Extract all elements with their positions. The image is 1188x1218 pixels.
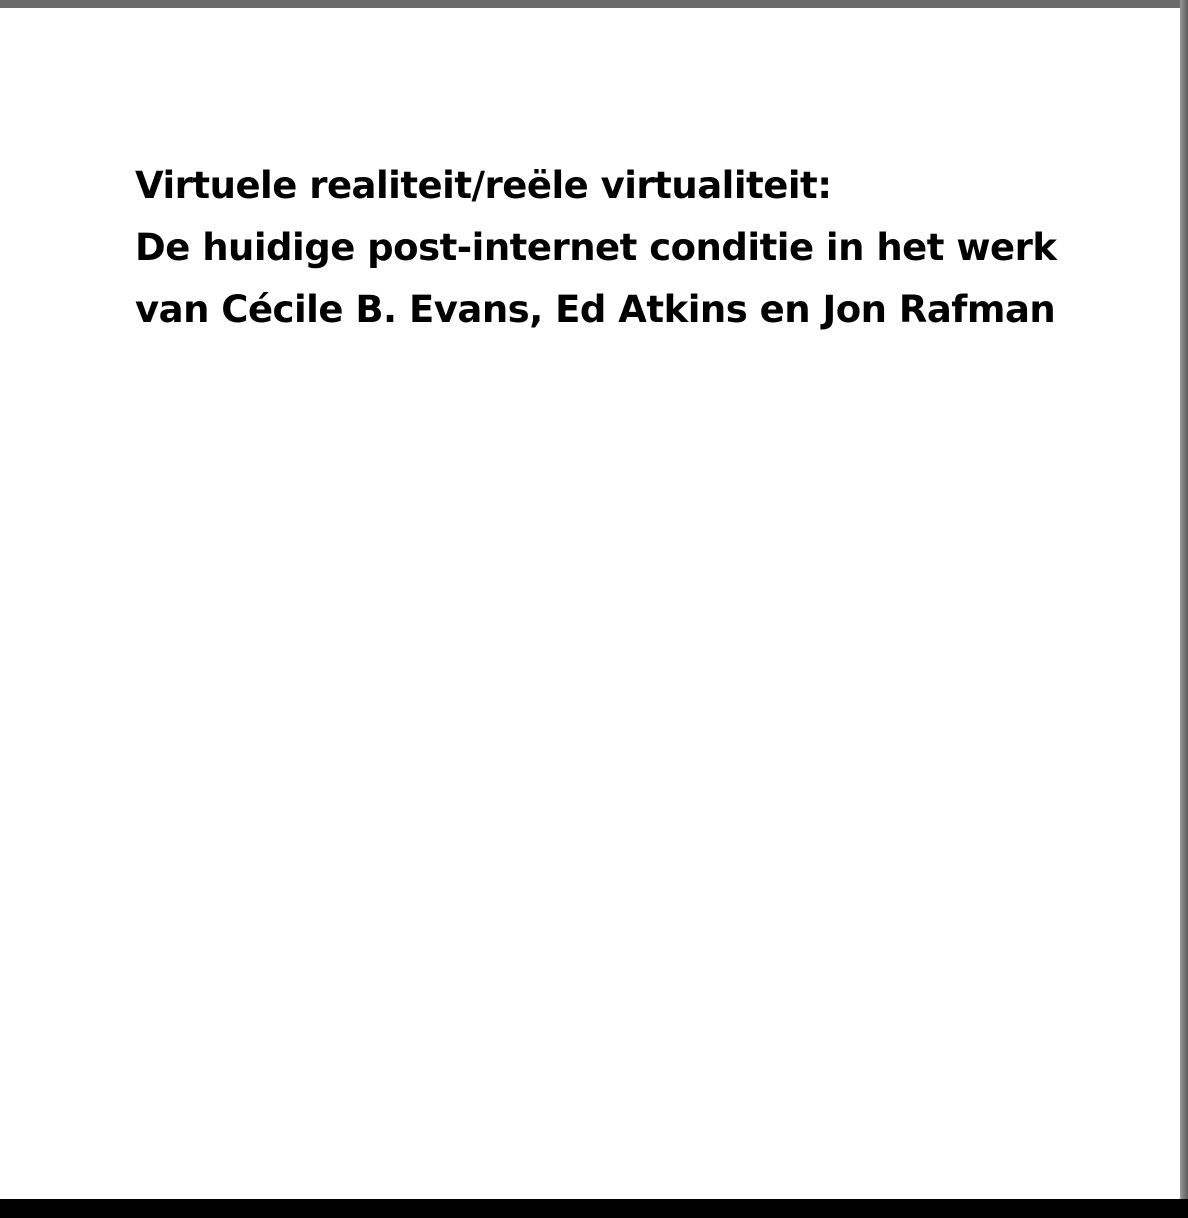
title-line-1: Virtuele realiteit/reële virtualiteit:	[135, 164, 832, 207]
viewer-top-border	[0, 0, 1188, 8]
title-line-3: van Cécile B. Evans, Ed Atkins en Jon Ra…	[135, 288, 1056, 331]
title-line-2: De huidige post-internet conditie in het…	[135, 226, 1057, 269]
viewer-bottom-bar	[0, 1199, 1188, 1218]
page-edge-shadow	[1180, 0, 1188, 1200]
document-title: Virtuele realiteit/reële virtualiteit: D…	[135, 155, 1135, 341]
document-page: Virtuele realiteit/reële virtualiteit: D…	[0, 8, 1180, 1199]
document-viewer: Virtuele realiteit/reële virtualiteit: D…	[0, 0, 1188, 1218]
